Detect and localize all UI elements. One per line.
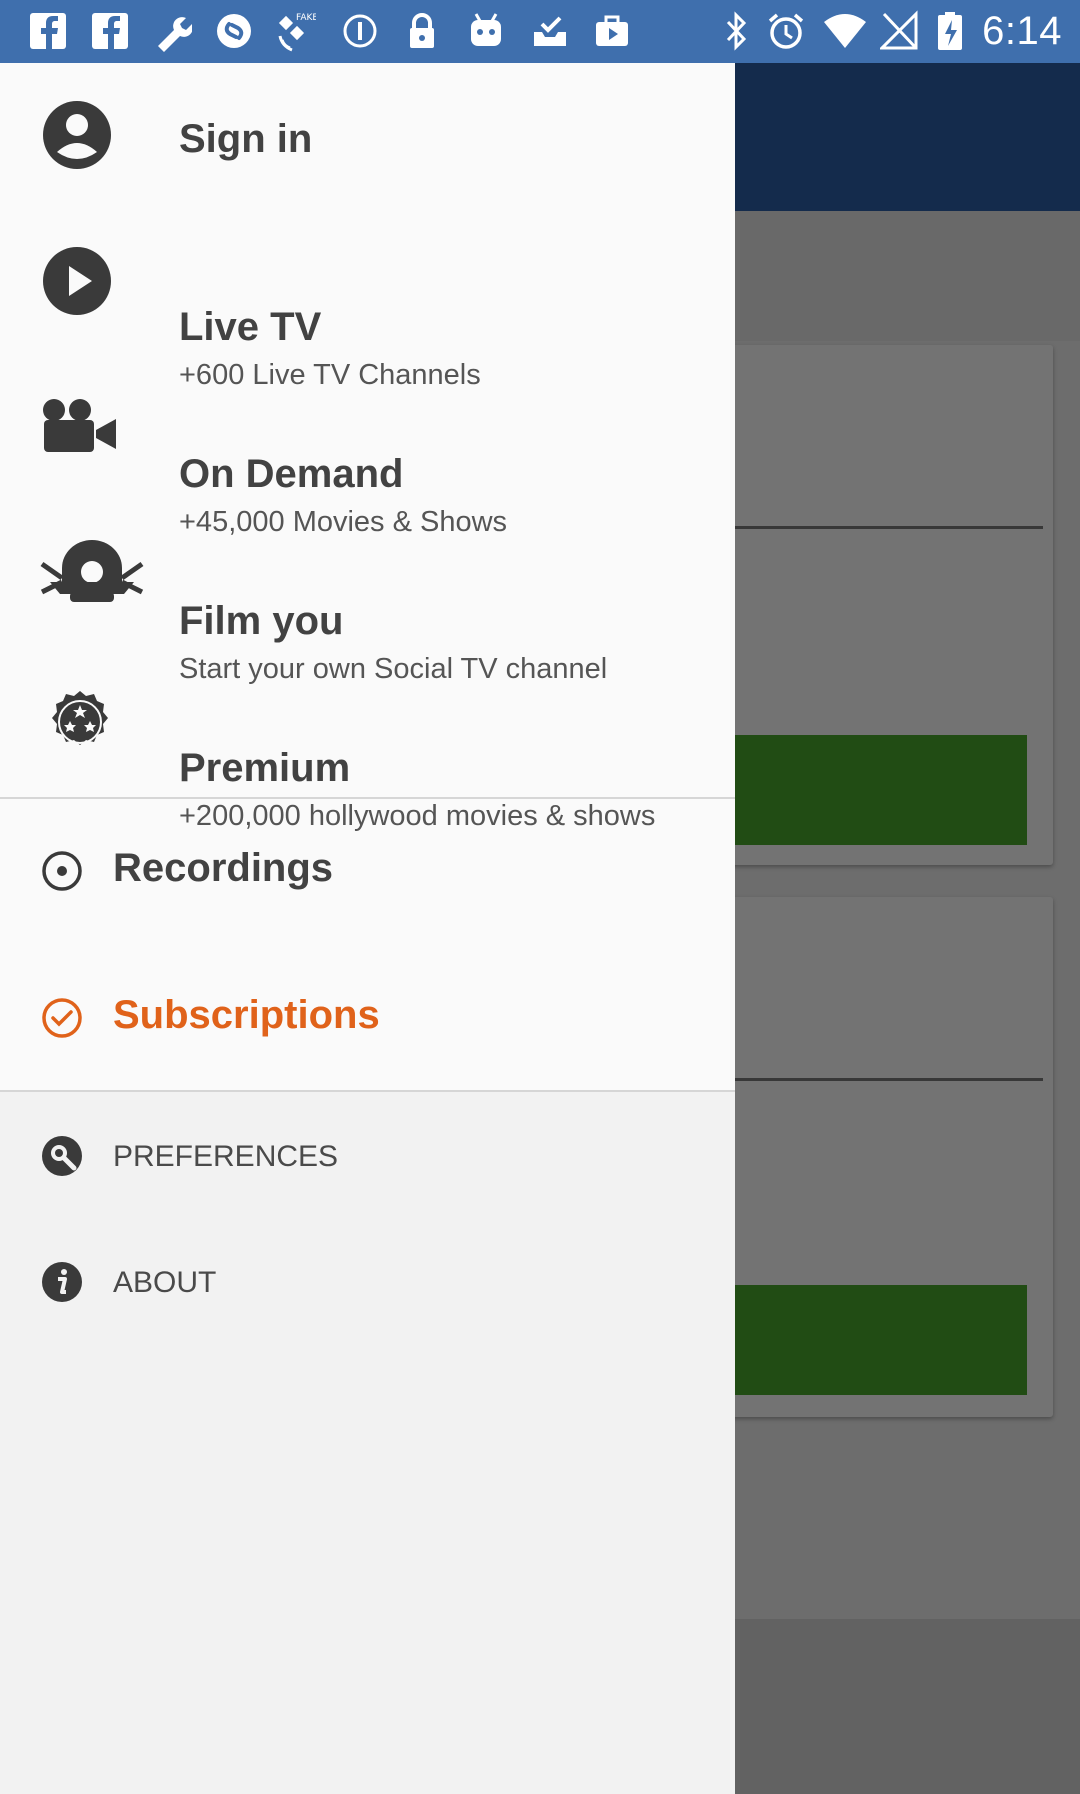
- lock-icon: [410, 13, 434, 48]
- video-camera-icon: [43, 399, 116, 452]
- clock: 6:14: [982, 9, 1062, 53]
- record-icon: [42, 851, 82, 891]
- account-circle-icon: [43, 101, 111, 169]
- android-icon: [471, 13, 501, 46]
- live-tv-title: Live TV: [179, 305, 322, 349]
- check-circle-icon: [42, 998, 82, 1038]
- premium-badge-icon: [52, 691, 108, 745]
- facebook-icon: [92, 13, 128, 49]
- menu-item-film-you[interactable]: Film you Start your own Social TV channe…: [0, 505, 735, 685]
- sign-in-label: Sign in: [179, 117, 313, 161]
- menu-item-preferences[interactable]: PREFERENCES: [0, 1092, 735, 1218]
- film-you-icon: [40, 540, 144, 602]
- facebook-icon: [30, 13, 66, 49]
- on-demand-title: On Demand: [179, 452, 404, 496]
- battery-charging-icon: [938, 12, 962, 50]
- film-you-title: Film you: [179, 599, 344, 643]
- satellite-icon: FAKE: [278, 13, 316, 52]
- svg-text:FAKE: FAKE: [296, 13, 316, 23]
- menu-item-premium[interactable]: Premium +200,000 hollywood movies & show…: [0, 652, 735, 832]
- menu-item-about[interactable]: ABOUT: [0, 1218, 735, 1344]
- navigation-drawer: Sign in Live TV +600 Live TV Channels On…: [0, 63, 735, 1794]
- preferences-icon: [42, 1136, 82, 1176]
- status-bar: FAKE 6:14: [0, 0, 1080, 63]
- info-circle-icon: [343, 14, 377, 48]
- menu-item-recordings[interactable]: Recordings: [0, 799, 735, 946]
- wifi-icon: [824, 14, 866, 48]
- menu-item-subscriptions[interactable]: Subscriptions: [0, 946, 735, 1091]
- bluetooth-icon: [726, 11, 747, 51]
- alarm-icon: [768, 13, 804, 49]
- briefcase-play-icon: [596, 15, 628, 46]
- play-circle-icon: [43, 247, 111, 315]
- menu-item-on-demand[interactable]: On Demand +45,000 Movies & Shows: [0, 358, 735, 538]
- inbox-check-icon: [534, 16, 566, 46]
- signal-off-icon: [880, 10, 918, 50]
- menu-item-live-tv[interactable]: Live TV +600 Live TV Channels: [0, 211, 735, 391]
- preferences-label: PREFERENCES: [113, 1140, 339, 1173]
- about-label: ABOUT: [113, 1266, 217, 1299]
- recordings-label: Recordings: [113, 846, 334, 890]
- premium-title: Premium: [179, 746, 351, 790]
- shazam-icon: [217, 14, 251, 48]
- info-icon: [42, 1262, 82, 1302]
- subscriptions-label: Subscriptions: [113, 993, 380, 1037]
- wrench-icon: [158, 17, 192, 52]
- sign-in-item[interactable]: Sign in: [0, 63, 735, 211]
